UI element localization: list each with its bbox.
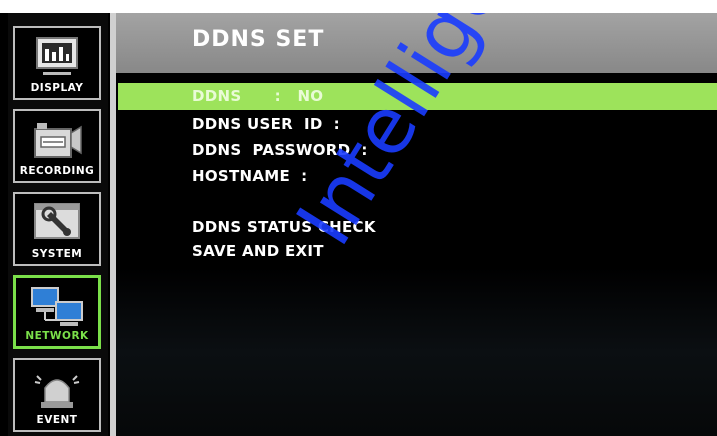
page-title: DDNS SET — [192, 27, 325, 52]
sidebar-item-label: RECORDING — [19, 165, 95, 177]
sidebar-item-recording[interactable]: RECORDING — [13, 109, 101, 183]
sidebar: DISPLAY RECORDING SYSTEM NETWORK EVENT — [8, 13, 108, 436]
sidebar-item-label: DISPLAY — [30, 82, 84, 94]
title-bar: DDNS SET — [116, 13, 717, 73]
sidebar-item-network[interactable]: NETWORK — [13, 275, 101, 349]
sidebar-item-display[interactable]: DISPLAY — [13, 26, 101, 100]
menu-item-ddns[interactable]: DDNS : NO — [192, 87, 323, 105]
menu-item-ddns-status-check[interactable]: DDNS STATUS CHECK — [192, 218, 376, 236]
dvr-osd-screen: DISPLAY RECORDING SYSTEM NETWORK EVENT D… — [0, 13, 717, 436]
menu-item-hostname[interactable]: HOSTNAME : — [192, 167, 307, 185]
menu-item-save-and-exit[interactable]: SAVE AND EXIT — [192, 242, 324, 260]
sidebar-item-label: SYSTEM — [31, 248, 83, 260]
network-computers-icon — [31, 287, 83, 326]
camcorder-icon — [34, 123, 82, 158]
alarm-light-icon — [34, 375, 80, 408]
sidebar-item-label: NETWORK — [25, 330, 89, 342]
menu-item-ddns-user-id[interactable]: DDNS USER ID : — [192, 115, 340, 133]
ddns-settings-panel: DDNS SET DDNS : NO DDNS USER ID : DDNS P… — [116, 13, 717, 436]
display-icon — [36, 37, 78, 75]
wrench-icon — [34, 203, 80, 239]
menu-item-ddns-password[interactable]: DDNS PASSWORD : — [192, 141, 368, 159]
sidebar-item-label: EVENT — [36, 414, 78, 426]
sidebar-item-system[interactable]: SYSTEM — [13, 192, 101, 266]
sidebar-item-event[interactable]: EVENT — [13, 358, 101, 432]
